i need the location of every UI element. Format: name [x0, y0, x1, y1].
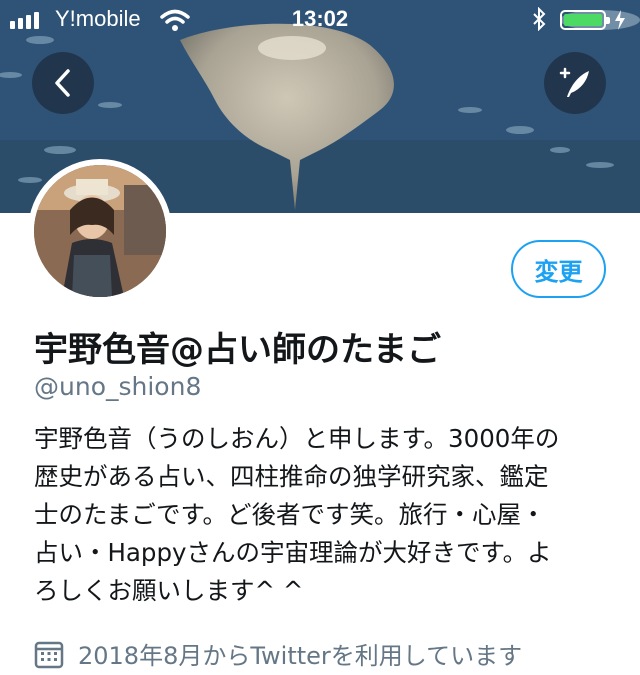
profile-handle: @uno_shion8	[34, 372, 202, 401]
bio-line: 占い・Happyさんの宇宙理論が大好きです。よ	[34, 538, 552, 567]
bio-line: ろしくお願いします^ ^	[34, 576, 304, 605]
back-button[interactable]	[32, 52, 94, 114]
joined-date: 2018年8月からTwitterを利用しています	[34, 636, 522, 671]
compose-tweet-button[interactable]	[544, 52, 606, 114]
profile-bio: 宇野色音（うのしおん）と申します。3000年の 歴史がある占い、四柱推命の独学研…	[34, 420, 614, 610]
bio-line: 士のたまごです。ど後者です笑。旅行・心屋・	[34, 500, 546, 529]
status-bar: Y!mobile 13:02	[0, 0, 640, 40]
edit-profile-button[interactable]: 変更	[511, 240, 606, 298]
calendar-icon	[34, 641, 64, 668]
chevron-left-icon	[55, 69, 70, 97]
battery-icon	[560, 10, 610, 30]
compose-tweet-icon	[559, 67, 589, 97]
bio-line: 歴史がある占い、四柱推命の独学研究家、鑑定	[34, 462, 549, 491]
avatar[interactable]	[28, 159, 172, 303]
battery-level-fill	[564, 14, 602, 26]
bluetooth-icon	[532, 6, 546, 36]
charging-icon	[614, 10, 626, 35]
joined-text: 2018年8月からTwitterを利用しています	[78, 642, 523, 670]
avatar-photo	[34, 165, 166, 297]
bio-line: 宇野色音（うのしおん）と申します。3000年の	[34, 424, 560, 453]
profile-display-name: 宇野色音@占い師のたまご	[34, 330, 441, 370]
